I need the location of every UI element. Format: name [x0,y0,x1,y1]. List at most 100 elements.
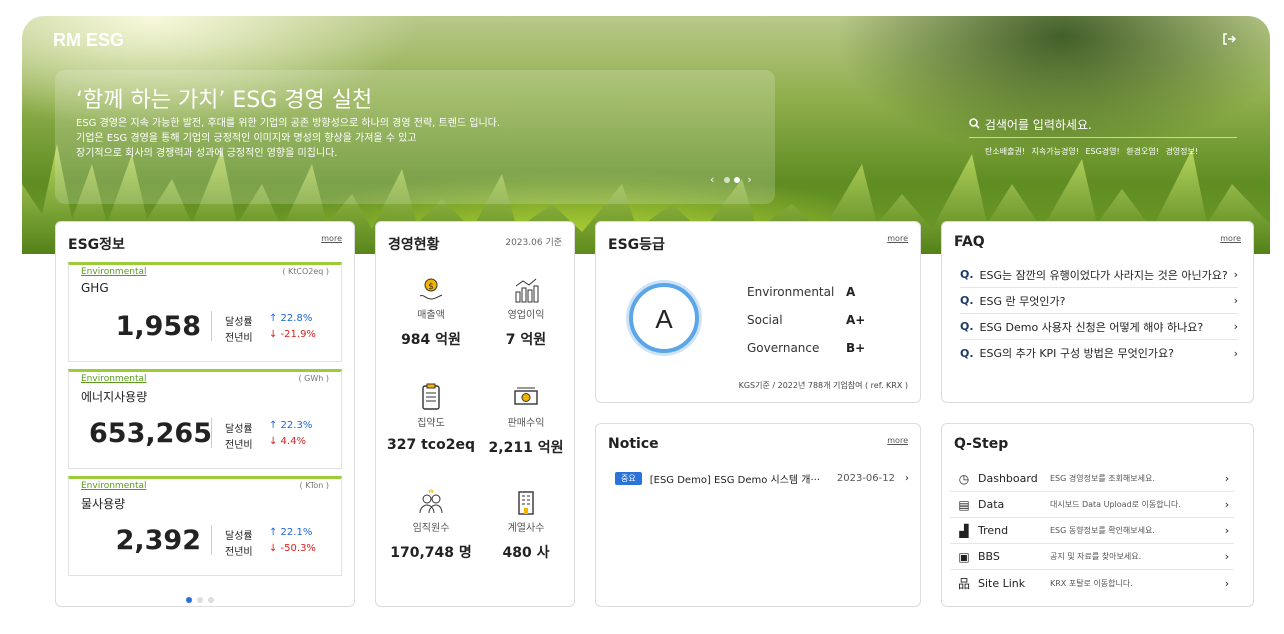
qstep-desc: ESG 경영정보를 조회해보세요. [1050,474,1155,483]
grade-value: B+ [846,341,866,355]
qstep-item[interactable]: ◷ Dashboard ESG 경영정보를 조회해보세요. › [950,466,1234,492]
qstep-desc: ESG 동향정보를 확인해보세요. [1050,526,1155,535]
search-box[interactable]: 검색어를 입력하세요. [969,116,1237,138]
yoy-value: ↓ 4.4% [269,436,306,447]
chevron-right-icon: › [1224,498,1230,511]
rate-value: ↑ 22.8% [269,313,313,324]
notice-date: 2023-06-12 [836,472,895,484]
esg-metric-card[interactable]: Environmental ( KtCO2eq ) GHG 1,958 달성률 … [68,262,342,362]
esg-metric-card[interactable]: Environmental ( GWh ) 에너지사용량 653,265 달성률… [68,369,342,469]
divider [211,525,212,555]
q-icon: Q. [960,320,974,333]
esg-metric-card[interactable]: Environmental ( KTon ) 물사용량 2,392 달성률 전년… [68,476,342,576]
more-link[interactable]: more [887,436,908,445]
metric-affiliates: 계열사수 480 사 [476,487,576,562]
qstep-card: Q-Step ◷ Dashboard ESG 경영정보를 조회해보세요. › ▤… [941,423,1254,607]
metric-label: 계열사수 [507,523,545,534]
database-icon: ▤ [958,497,970,512]
chevron-right-icon: › [1224,550,1230,563]
card-title: ESG등급 [608,237,665,253]
carousel-dot[interactable] [723,177,730,183]
app-logo[interactable]: RM ESG [53,30,124,51]
qstep-desc: 공지 및 자료를 찾아보세요. [1050,552,1142,561]
esg-grade-card: ESG등급 more A Environmental A Social A+ G… [595,221,921,403]
category-link[interactable]: Environmental [81,267,146,277]
more-link[interactable]: more [1220,234,1241,243]
carousel-dot-active[interactable] [733,177,740,183]
category-link[interactable]: Environmental [81,481,146,491]
metric-value: 480 사 [502,545,550,561]
q-icon: Q. [960,346,974,360]
page-dot-active[interactable] [186,597,192,603]
date-label: 2023.06 기준 [505,238,562,248]
metric-value: 1,958 [115,311,201,342]
metric-label: 판매수익 [507,418,545,429]
card-title: Q-Step [954,436,1009,452]
faq-item[interactable]: Q. ESG는 잠깐의 유행이었다가 사라지는 것은 아닌가요?! › [960,262,1238,288]
banner-text: ESG 경영은 지속 가능한 발전, 후대를 위한 기업의 공존 방향성으로 하… [76,118,501,159]
qstep-desc: 대시보드 Data Upload로 이동합니다. [1050,500,1181,509]
more-link[interactable]: more [321,234,342,243]
grade-label: Governance [747,341,820,355]
banner-title: ‘함께 하는 가치’ ESG 경영 실천 [76,88,373,113]
next-arrow-icon[interactable]: › [747,173,753,186]
qstep-name: BBS [978,550,1000,563]
metric-value: 2,392 [115,525,201,556]
faq-question: ESG는 잠깐의 유행이었다가 사라지는 것은 아닌가요?! [979,268,1228,282]
faq-item[interactable]: Q. ESG 란 무엇인가? › [960,288,1238,314]
search-icon [969,118,981,132]
metric-sales-revenue: 판매수익 2,211 억원 [476,382,576,457]
qstep-item[interactable]: ▤ Data 대시보드 Data Upload로 이동합니다. › [950,492,1234,518]
metric-label: 영업이익 [507,310,545,321]
faq-item[interactable]: Q. ESG의 추가 KPI 구성 방법은 무엇인가요? › [960,340,1238,366]
metric-intensity: 집약도 327 tco2eq [381,382,481,453]
page-dot[interactable] [197,597,203,603]
people-icon [381,487,481,517]
category-link[interactable]: Environmental [81,374,146,384]
search-tags[interactable]: 탄소배출권! 지속가능경영! ESG경영! 환경오염! 경영정보! [985,146,1198,157]
yoy-label: 전년비 [225,440,253,451]
unit-label: ( KTon ) [299,481,329,490]
faq-item[interactable]: Q. ESG Demo 사용자 신청은 어떻게 해야 하나요? › [960,314,1238,340]
faq-question: ESG 란 무엇인가? [979,294,1066,308]
money-bag-icon: $ [381,274,481,304]
page-dot[interactable] [208,597,214,603]
notice-title[interactable]: [ESG Demo] ESG Demo 시스템 개··· [650,471,827,486]
rate-label: 달성률 [225,531,253,542]
metric-label: 임직원수 [412,523,450,534]
search-placeholder: 검색어를 입력하세요. [984,118,1092,132]
qstep-name: Site Link [978,576,1026,590]
metric-name: 물사용량 [81,497,126,511]
metric-value: 170,748 명 [390,545,472,561]
metric-name: 에너지사용량 [81,390,148,404]
banner-carousel-nav: ‹ › [710,173,754,186]
prev-arrow-icon[interactable]: ‹ [710,173,716,186]
qstep-item[interactable]: ▣ BBS 공지 및 자료를 찾아보세요. › [950,544,1234,570]
metric-label: 매출액 [417,310,445,321]
grade-label: Environmental [747,285,835,299]
metric-operating-profit: 영업이익 7 억원 [476,274,576,349]
chevron-right-icon: › [1224,472,1230,485]
svg-text:$: $ [428,282,434,292]
growth-chart-icon [476,274,576,304]
chevron-right-icon: › [1233,346,1238,360]
qstep-name: Data [978,498,1005,511]
clock-icon: ◷ [958,471,970,486]
trend-icon: ▟ [959,523,969,538]
metric-value: 2,211 억원 [488,440,564,456]
chevron-right-icon: › [1233,294,1238,307]
notice-item[interactable]: 중요 [ESG Demo] ESG Demo 시스템 개··· 2023-06-… [615,470,909,486]
grade-value: A [846,285,856,299]
more-link[interactable]: more [887,234,908,243]
qstep-item[interactable]: 品 Site Link KRX 포탈로 이동합니다. › [950,570,1234,596]
qstep-item[interactable]: ▟ Trend ESG 동향정보를 확인해보세요. › [950,518,1234,544]
chevron-right-icon: › [1233,268,1238,281]
management-card: 경영현황 2023.06 기준 $ 매출액 984 억원 영업이익 7 억원 집… [375,221,575,607]
chevron-right-icon[interactable]: › [905,473,909,484]
metric-name: GHG [81,281,109,295]
unit-label: ( KtCO2eq ) [282,267,329,276]
sitemap-icon: 品 [957,576,970,591]
logout-icon[interactable] [1222,32,1237,50]
overall-grade: A [655,304,673,334]
grade-footnote: KGS기준 / 2022년 788개 기업참여 ( ref. KRX ) [738,381,908,390]
